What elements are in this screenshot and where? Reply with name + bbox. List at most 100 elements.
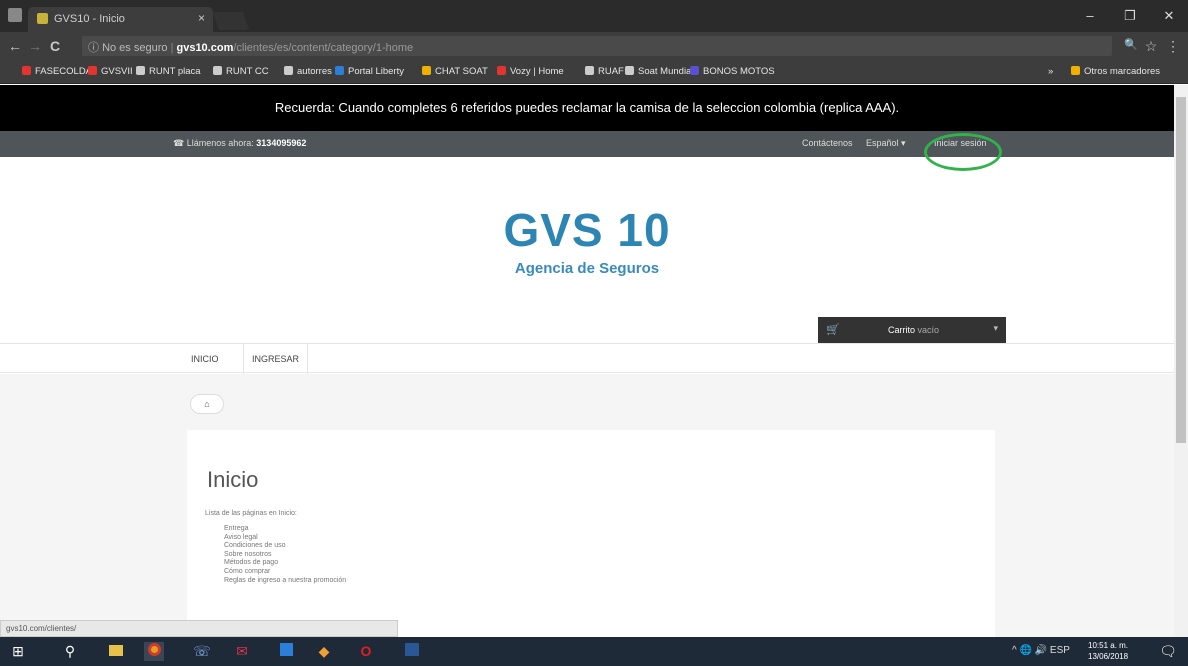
list-item[interactable]: Métodos de pago [224, 559, 346, 568]
bookmark-favicon-icon [136, 66, 145, 75]
bookmark-favicon-icon [88, 66, 97, 75]
chrome-taskbar-icon[interactable] [144, 642, 164, 661]
bookmark-label: BONOS MOTOS [703, 66, 775, 77]
bookmark-favicon-icon [213, 66, 222, 75]
reload-button[interactable]: C [46, 38, 64, 54]
phone-prefix: Llámenos ahora: [186, 138, 254, 148]
bookmarks-bar: FASECOLDA GVSVII RUNT placa RUNT CC autorres… [0, 60, 1188, 84]
app-icon[interactable]: ◆ [314, 642, 334, 661]
word-icon[interactable] [402, 642, 422, 661]
site-logo[interactable]: GVS 10 [0, 203, 1174, 257]
list-item[interactable]: Sobre nosotros [224, 551, 346, 560]
page-list: Entrega Aviso legal Condiciones de uso S… [224, 525, 346, 585]
bookmark-label: autorres [297, 66, 332, 77]
taskbar: ⊞ ⚲ ☏ ✉ ◆ O ^ 🌐 🔊 ESP 10:51 a. m. 13/06/… [0, 637, 1188, 666]
page-title: Inicio [207, 467, 259, 492]
maximize-button[interactable]: ❐ [1116, 8, 1144, 24]
promo-banner: Recuerda: Cuando completes 6 referidos p… [0, 85, 1174, 131]
contact-link[interactable]: Contáctenos [802, 138, 853, 148]
bookmark-label: GVSVII [101, 66, 133, 77]
system-tray[interactable]: ^ 🌐 🔊 ESP [1012, 645, 1070, 656]
zoom-icon[interactable]: 🔍 [1122, 38, 1140, 51]
bookmark-favicon-icon [284, 66, 293, 75]
browser-tab[interactable]: GVS10 - Inicio × [28, 7, 213, 32]
bookmarks-overflow-icon[interactable]: » [1048, 66, 1053, 77]
scrollbar-thumb[interactable] [1176, 97, 1186, 443]
list-item[interactable]: Condiciones de uso [224, 542, 346, 551]
bookmark-label: Portal Liberty [348, 66, 404, 77]
url-host: gvs10.com [176, 42, 234, 54]
info-icon[interactable]: ⓘ [88, 42, 99, 54]
tab-close-icon[interactable]: × [198, 11, 205, 25]
user-profile-icon[interactable] [8, 8, 22, 22]
minimize-button[interactable]: – [1076, 8, 1104, 23]
list-item[interactable]: Cómo comprar [224, 568, 346, 577]
bookmark-favicon-icon [690, 66, 699, 75]
chevron-down-icon: ▾ [901, 138, 906, 148]
browser-menu-icon[interactable]: ⋮ [1164, 38, 1182, 55]
bookmark-label: RUAF [598, 66, 624, 77]
tab-title: GVS10 - Inicio [54, 13, 125, 25]
cart-button[interactable]: 🛒 Carrito vacío ▾ [818, 317, 1006, 343]
opera-icon[interactable]: O [356, 642, 376, 661]
clock-date: 13/06/2018 [1088, 652, 1129, 661]
status-url: gvs10.com/clientes/ [0, 620, 398, 637]
bookmark-item[interactable]: RUNT placa [136, 66, 201, 77]
bookmark-item[interactable]: BONOS MOTOS [690, 66, 775, 77]
bookmark-item[interactable]: GVSVII [88, 66, 133, 77]
phone-info: ☎ Llámenos ahora: 3134095962 [173, 138, 306, 149]
bookmark-item[interactable]: RUNT CC [213, 66, 269, 77]
bookmark-favicon-icon [625, 66, 634, 75]
bookmark-item[interactable]: autorres [284, 66, 332, 77]
list-item[interactable]: Aviso legal [224, 534, 346, 543]
back-button[interactable]: ← [6, 38, 24, 54]
cart-label: Carrito vacío [888, 325, 940, 335]
clock[interactable]: 10:51 a. m. 13/06/2018 [1088, 640, 1128, 662]
bookmark-favicon-icon [22, 66, 31, 75]
bookmark-item[interactable]: RUAF [585, 66, 624, 77]
bookmark-item[interactable]: Soat Mundial [625, 66, 693, 77]
chevron-down-icon: ▾ [993, 323, 998, 333]
browser-toolbar: ← → C ⓘ No es seguro | gvs10.com/cliente… [0, 32, 1188, 60]
main-menu: INICIO INGRESAR [0, 343, 1174, 374]
vertical-scrollbar[interactable] [1174, 85, 1188, 637]
bookmark-label: CHAT SOAT [435, 66, 488, 77]
menu-item-inicio[interactable]: INICIO [183, 344, 227, 374]
list-item[interactable]: Reglas de ingreso a nuestra promoción [224, 577, 346, 586]
address-bar[interactable]: ⓘ No es seguro | gvs10.com/clientes/es/c… [82, 36, 1112, 56]
search-icon[interactable]: ⚲ [60, 642, 80, 661]
language-selector[interactable]: Español ▾ [866, 138, 906, 149]
bookmark-label: Vozy | Home [510, 66, 564, 77]
bookmark-favicon-icon [335, 66, 344, 75]
menu-item-ingresar[interactable]: INGRESAR [243, 344, 309, 374]
tab-favicon-icon [37, 13, 48, 24]
other-bookmarks-folder[interactable]: Otros marcadores [1071, 66, 1160, 77]
site-tagline: Agencia de Seguros [514, 260, 660, 277]
new-tab-button[interactable] [212, 12, 250, 30]
windows-start-icon[interactable]: ⊞ [8, 642, 28, 661]
bookmark-star-icon[interactable]: ☆ [1142, 38, 1160, 55]
forward-button[interactable]: → [26, 38, 44, 54]
bookmark-item[interactable]: Portal Liberty [335, 66, 404, 77]
page-lead: Lista de las páginas en Inicio: [205, 510, 297, 517]
bookmark-label: FASECOLDA [35, 66, 93, 77]
phone-number: 3134095962 [256, 138, 307, 148]
close-window-button[interactable]: ✕ [1155, 8, 1183, 24]
mail-icon[interactable]: ✉ [232, 642, 252, 661]
bookmark-item[interactable]: Vozy | Home [497, 66, 564, 77]
bookmark-item[interactable]: FASECOLDA [22, 66, 92, 77]
notifications-icon[interactable]: 🗨 [1158, 642, 1178, 661]
browser-titlebar: GVS10 - Inicio × – ❐ ✕ [0, 0, 1188, 32]
phone-app-icon[interactable]: ☏ [192, 642, 212, 661]
bookmark-label: RUNT placa [149, 66, 201, 77]
breadcrumb-home[interactable]: ⌂ [190, 394, 224, 414]
bookmark-item[interactable]: CHAT SOAT [422, 66, 488, 77]
folder-icon [1071, 66, 1080, 75]
bookmark-label: Soat Mundial [638, 66, 694, 77]
content-panel: Inicio Lista de las páginas en Inicio: E… [187, 430, 995, 637]
bookmark-favicon-icon [585, 66, 594, 75]
bookmark-favicon-icon [497, 66, 506, 75]
list-item[interactable]: Entrega [224, 525, 346, 534]
trello-icon[interactable] [276, 642, 296, 661]
file-explorer-icon[interactable] [106, 642, 126, 661]
